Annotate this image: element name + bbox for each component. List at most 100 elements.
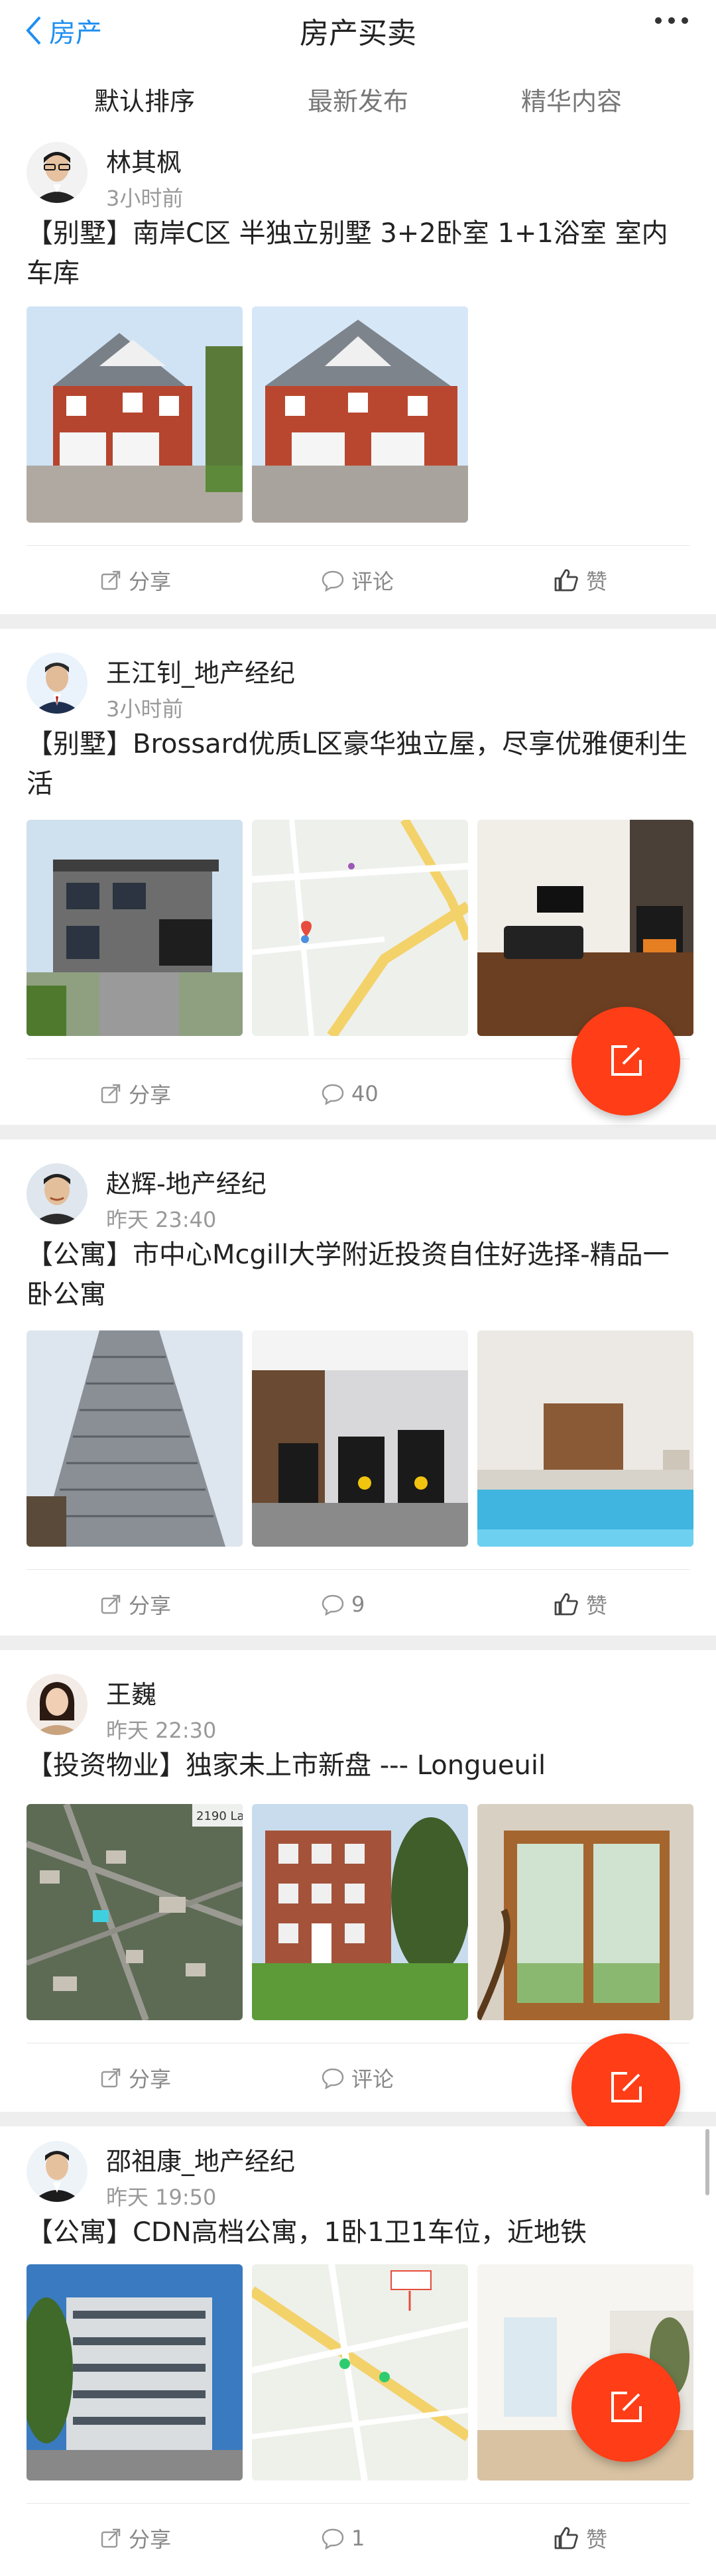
photo-grid: 2190 Labe xyxy=(27,1804,693,2020)
comment-button[interactable]: 1 xyxy=(321,2508,365,2568)
brick-apartment-building-photo[interactable] xyxy=(252,1804,468,2020)
compose-button[interactable] xyxy=(571,1007,680,1116)
scrollbar[interactable] xyxy=(705,2129,709,2195)
post-card[interactable]: 赵辉-地产经纪 昨天 23:40 【公寓】市中心Mcgill大学附近投资自住好选… xyxy=(0,1139,716,1636)
back-label: 房产 xyxy=(49,18,102,48)
post-card[interactable]: 林其枫 3小时前 【别墅】南岸C区 半独立别墅 3+2卧室 1+1浴室 室内车库 xyxy=(0,133,716,614)
comment-button[interactable]: 40 xyxy=(321,1064,379,1124)
red-brick-semi-detached-house-photo[interactable] xyxy=(27,306,243,523)
page-title: 房产买卖 xyxy=(300,17,416,50)
share-label: 分享 xyxy=(129,569,172,594)
author-name[interactable]: 王巍 xyxy=(106,1674,156,1710)
comment-bubble-icon xyxy=(322,570,344,592)
comment-button[interactable]: 9 xyxy=(321,1575,365,1634)
chevron-left-icon xyxy=(26,16,41,45)
share-button[interactable]: 分享 xyxy=(99,2508,171,2568)
red-brick-semi-detached-house-photo[interactable] xyxy=(252,306,468,523)
glass-door-entrance-photo[interactable] xyxy=(477,1804,693,2020)
comment-bubble-icon xyxy=(322,1594,344,1616)
photo-grid xyxy=(27,306,468,523)
back-button[interactable]: 房产 xyxy=(24,11,102,50)
avatar[interactable] xyxy=(27,653,88,714)
divider xyxy=(27,2503,689,2504)
like-label: 赞 xyxy=(586,2527,608,2552)
divider xyxy=(27,1569,689,1570)
share-label: 分享 xyxy=(129,1082,172,1108)
post-actions: 分享 1 赞 xyxy=(0,2508,716,2568)
author-name[interactable]: 邵祖康_地产经纪 xyxy=(106,2141,295,2177)
author-name[interactable]: 赵辉-地产经纪 xyxy=(106,1163,267,1200)
post-time: 3小时前 xyxy=(106,696,184,722)
tab-featured[interactable]: 精华内容 xyxy=(465,61,678,133)
tab-default-sort[interactable]: 默认排序 xyxy=(38,61,251,137)
comment-count: 40 xyxy=(351,1081,379,1106)
highrise-condo-tower-photo[interactable] xyxy=(27,1330,243,1547)
post-card[interactable]: 王巍 昨天 22:30 【投资物业】独家未上市新盘 --- Longueuil … xyxy=(0,1650,716,2142)
tab-label: 最新发布 xyxy=(307,87,408,116)
modern-detached-house-photo[interactable] xyxy=(27,820,243,1036)
like-button[interactable]: 赞 xyxy=(553,1575,607,1634)
post-title[interactable]: 【公寓】市中心Mcgill大学附近投资自住好选择-精品一卧公寓 xyxy=(27,1235,689,1315)
author-name[interactable]: 林其枫 xyxy=(106,142,182,178)
thumbs-up-icon xyxy=(554,2527,578,2549)
post-time: 3小时前 xyxy=(106,186,184,211)
comment-bubble-icon xyxy=(322,1084,344,1105)
more-dots-icon[interactable] xyxy=(655,17,688,24)
share-button[interactable]: 分享 xyxy=(99,2048,171,2108)
post-title[interactable]: 【投资物业】独家未上市新盘 --- Longueuil xyxy=(27,1746,689,1785)
gym-equipment-photo[interactable] xyxy=(252,1330,468,1547)
post-actions: 分享 评论 赞 xyxy=(0,550,716,610)
thumbs-up-icon xyxy=(554,1593,578,1616)
post-card[interactable]: 王江钊_地产经纪 3小时前 【别墅】Brossard优质L区豪华独立屋，尽享优雅… xyxy=(0,629,716,1125)
street-map-photo[interactable] xyxy=(252,820,468,1036)
tab-label: 精华内容 xyxy=(520,87,622,116)
photo-grid xyxy=(27,820,693,1036)
comment-bubble-icon xyxy=(322,2068,344,2089)
avatar[interactable] xyxy=(27,1163,88,1224)
share-button[interactable]: 分享 xyxy=(99,550,171,610)
living-room-fireplace-photo[interactable] xyxy=(477,820,693,1036)
share-label: 分享 xyxy=(129,2527,172,2552)
share-button[interactable]: 分享 xyxy=(99,1575,171,1634)
author-name[interactable]: 王江钊_地产经纪 xyxy=(106,653,295,689)
comment-bubble-icon xyxy=(322,2528,344,2549)
post-title[interactable]: 【别墅】南岸C区 半独立别墅 3+2卧室 1+1浴室 室内车库 xyxy=(27,214,689,293)
comment-count: 1 xyxy=(351,2526,365,2551)
post-time: 昨天 22:30 xyxy=(106,1718,217,1743)
compose-icon xyxy=(611,2392,642,2422)
divider xyxy=(27,545,689,546)
post-time: 昨天 23:40 xyxy=(106,1207,217,1232)
share-button[interactable]: 分享 xyxy=(99,1064,171,1124)
post-title[interactable]: 【别墅】Brossard优质L区豪华独立屋，尽享优雅便利生活 xyxy=(27,724,689,804)
photo-overlay-text: 2190 Labe xyxy=(196,1809,243,1823)
comment-button[interactable]: 评论 xyxy=(321,2048,394,2108)
thumbs-up-icon xyxy=(554,569,578,592)
like-button[interactable]: 赞 xyxy=(553,2508,607,2568)
tab-label: 默认排序 xyxy=(93,87,195,116)
like-button[interactable]: 赞 xyxy=(553,550,607,610)
compose-icon xyxy=(611,1045,642,1076)
avatar[interactable] xyxy=(27,1674,88,1735)
post-time: 昨天 19:50 xyxy=(106,2185,217,2210)
post-actions: 分享 9 赞 xyxy=(0,1575,716,1634)
comment-button[interactable]: 评论 xyxy=(321,550,394,610)
tab-latest[interactable]: 最新发布 xyxy=(251,61,465,133)
modern-condo-building-photo[interactable] xyxy=(27,2264,243,2480)
share-icon xyxy=(101,2528,121,2548)
sort-tabs: 默认排序 最新发布 精华内容 xyxy=(0,61,716,137)
comment-label: 评论 xyxy=(351,2067,394,2092)
share-icon xyxy=(101,2068,121,2088)
compose-button[interactable] xyxy=(571,2353,680,2462)
post-title[interactable]: 【公寓】CDN高档公寓，1卧1卫1车位，近地铁 xyxy=(27,2213,689,2252)
street-map-photo[interactable] xyxy=(252,2264,468,2480)
indoor-pool-photo[interactable] xyxy=(477,1330,693,1547)
post-card[interactable]: 邵祖康_地产经纪 昨天 19:50 【公寓】CDN高档公寓，1卧1卫1车位，近地… xyxy=(0,2126,716,2576)
comment-count: 9 xyxy=(351,1592,365,1617)
avatar[interactable] xyxy=(27,142,88,203)
compose-icon xyxy=(611,2072,642,2102)
share-label: 分享 xyxy=(129,2067,172,2092)
share-icon xyxy=(101,570,121,590)
avatar[interactable] xyxy=(27,2141,88,2202)
aerial-satellite-photo[interactable]: 2190 Labe xyxy=(27,1804,243,2020)
photo-grid xyxy=(27,1330,693,1547)
